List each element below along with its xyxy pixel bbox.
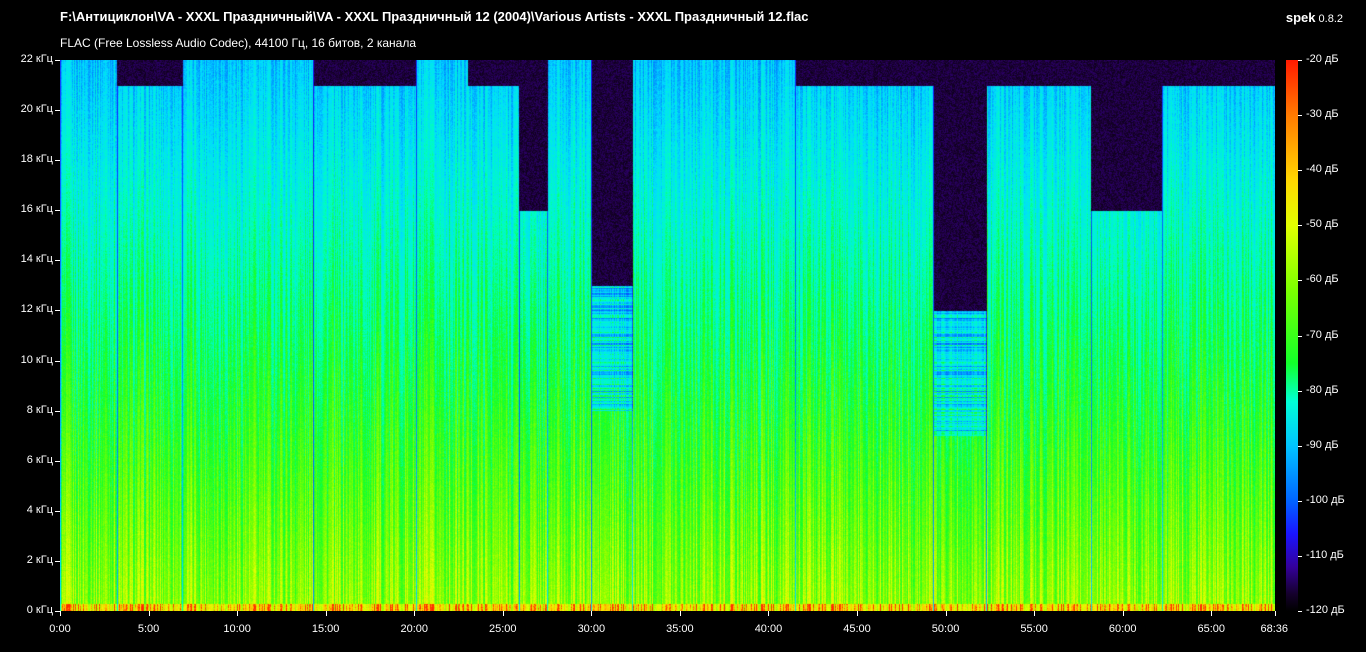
y-tick-label: 4 кГц	[26, 503, 53, 516]
x-tick-label: 55:00	[1020, 623, 1048, 635]
app-name: spek	[1285, 10, 1316, 25]
color-tick-mark	[1298, 446, 1302, 447]
color-tick-label: -120 дБ	[1306, 604, 1345, 616]
color-tick-mark	[1298, 391, 1302, 392]
x-tick-label: 10:00	[223, 623, 251, 635]
x-tick-label: 50:00	[931, 623, 960, 635]
x-tick-mark	[680, 611, 681, 616]
x-tick-label: 68:36	[1260, 623, 1288, 635]
spectrogram-canvas	[60, 60, 1275, 611]
color-tick-label: -60 дБ	[1306, 273, 1339, 286]
x-tick-label: 0:00	[49, 623, 71, 635]
app-brand: spek 0.8.2	[1286, 9, 1343, 27]
color-tick-label: -70 дБ	[1306, 328, 1339, 341]
color-tick-label: -110 дБ	[1306, 548, 1344, 561]
y-tick-label: 22 кГц	[20, 53, 53, 65]
y-tick-mark	[55, 361, 60, 362]
color-tick-label: -50 дБ	[1306, 218, 1339, 231]
x-tick-mark	[414, 611, 415, 616]
x-tick-label: 30:00	[577, 623, 606, 635]
color-tick-label: -100 дБ	[1306, 493, 1345, 506]
x-tick-label: 25:00	[489, 623, 517, 635]
color-tick-mark	[1298, 611, 1302, 612]
color-scale-bar	[1286, 60, 1298, 611]
y-tick-label: 12 кГц	[20, 303, 53, 316]
y-tick-mark	[55, 160, 60, 161]
color-tick-mark	[1298, 225, 1302, 226]
y-tick-mark	[55, 411, 60, 412]
spectrogram-plot	[60, 60, 1275, 611]
y-tick-mark	[55, 110, 60, 111]
color-tick-mark	[1298, 170, 1302, 171]
y-tick-label: 8 кГц	[26, 403, 53, 416]
y-tick-mark	[55, 260, 60, 261]
color-tick-mark	[1298, 280, 1302, 281]
color-tick-label: -20 дБ	[1306, 53, 1339, 65]
x-tick-label: 15:00	[311, 623, 340, 635]
x-tick-mark	[60, 611, 61, 616]
y-tick-label: 16 кГц	[20, 203, 53, 216]
x-tick-mark	[768, 611, 769, 616]
y-tick-label: 0 кГц	[26, 604, 53, 616]
x-tick-label: 40:00	[754, 623, 783, 635]
y-tick-label: 18 кГц	[20, 153, 53, 166]
y-tick-mark	[55, 561, 60, 562]
x-tick-mark	[237, 611, 238, 616]
x-tick-label: 20:00	[400, 623, 428, 635]
y-tick-label: 14 кГц	[20, 253, 53, 266]
x-tick-label: 60:00	[1108, 623, 1137, 635]
x-tick-mark	[1123, 611, 1124, 616]
color-tick-mark	[1298, 336, 1302, 337]
y-tick-label: 10 кГц	[20, 353, 53, 366]
color-tick-mark	[1298, 556, 1302, 557]
x-tick-label: 65:00	[1197, 623, 1225, 635]
x-tick-mark	[946, 611, 947, 616]
y-tick-mark	[55, 461, 60, 462]
y-tick-label: 2 кГц	[26, 553, 53, 566]
file-path-title: F:\Антициклон\VA - XXXL Праздничный\VA -…	[60, 9, 809, 24]
y-tick-mark	[55, 511, 60, 512]
x-tick-mark	[326, 611, 327, 616]
x-tick-label: 45:00	[843, 623, 871, 635]
y-tick-mark	[55, 210, 60, 211]
color-tick-label: -80 дБ	[1306, 383, 1339, 396]
app-version: 0.8.2	[1318, 13, 1343, 25]
color-tick-mark	[1298, 60, 1302, 61]
color-tick-label: -40 дБ	[1306, 163, 1339, 176]
y-tick-label: 6 кГц	[26, 453, 53, 466]
x-tick-mark	[1034, 611, 1035, 616]
x-tick-mark	[149, 611, 150, 616]
x-tick-mark	[1211, 611, 1212, 616]
y-tick-mark	[55, 60, 60, 61]
color-tick-mark	[1298, 501, 1302, 502]
x-tick-label: 35:00	[666, 623, 694, 635]
color-tick-label: -90 дБ	[1306, 438, 1339, 451]
y-tick-mark	[55, 310, 60, 311]
x-tick-mark	[1275, 611, 1276, 616]
y-tick-label: 20 кГц	[20, 103, 53, 116]
stream-info: FLAC (Free Lossless Audio Codec), 44100 …	[60, 36, 416, 50]
color-tick-mark	[1298, 115, 1302, 116]
x-tick-label: 5:00	[137, 623, 160, 635]
color-tick-label: -30 дБ	[1306, 108, 1339, 121]
x-tick-mark	[503, 611, 504, 616]
x-tick-mark	[591, 611, 592, 616]
x-tick-mark	[857, 611, 858, 616]
